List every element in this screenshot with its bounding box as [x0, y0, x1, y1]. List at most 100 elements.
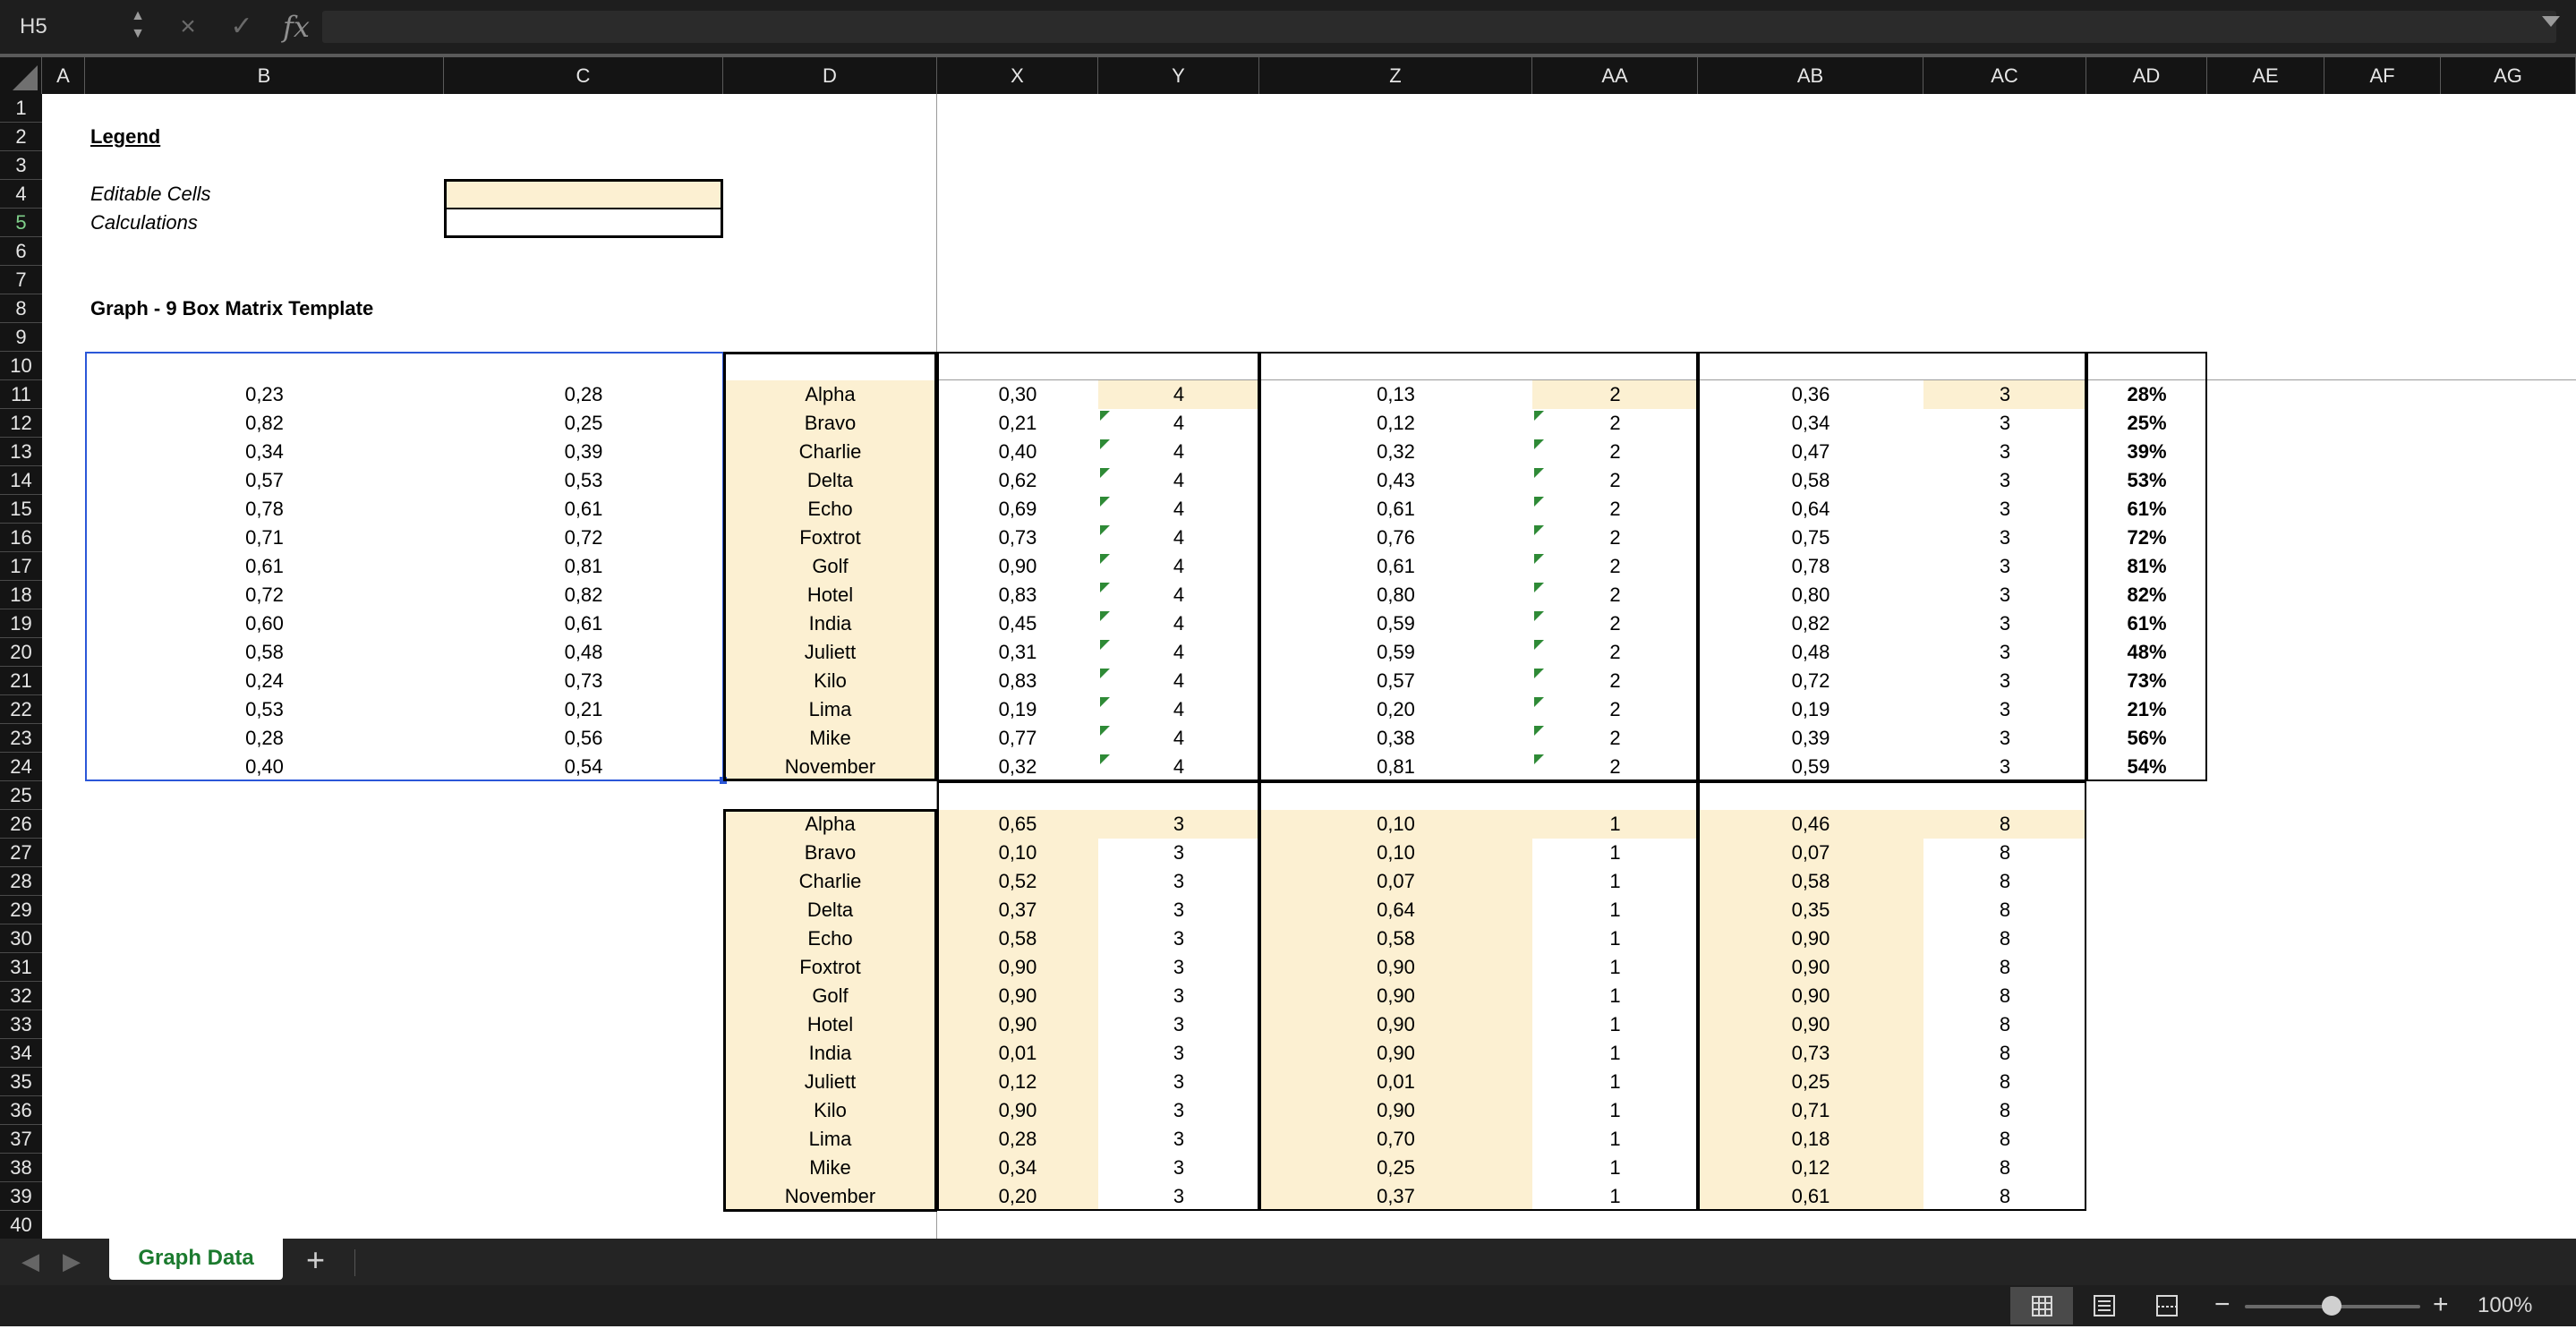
table2-cell-z-30[interactable]: 0,58: [1259, 924, 1532, 953]
column-header-ac[interactable]: AC: [1923, 57, 2086, 94]
table2-cell-d-26[interactable]: Alpha: [723, 810, 937, 839]
formula-input[interactable]: [322, 11, 2556, 43]
table1-cell-ab-21[interactable]: 0,72: [1698, 667, 1923, 695]
table1-cell-x-17[interactable]: 0,90: [937, 552, 1098, 581]
zoom-out-button[interactable]: −: [2214, 1289, 2231, 1321]
table1-cell-d-15[interactable]: Echo: [723, 495, 937, 524]
row-header-7[interactable]: 7: [0, 266, 42, 294]
table2-cell-aa-35[interactable]: 1: [1532, 1068, 1698, 1096]
table1-cell-d-24[interactable]: November: [723, 753, 937, 781]
table1-cell-z-21[interactable]: 0,57: [1259, 667, 1532, 695]
table2-cell-aa-39[interactable]: 1: [1532, 1182, 1698, 1211]
table1-cell-x-22[interactable]: 0,19: [937, 695, 1098, 724]
row-header-12[interactable]: 12: [0, 409, 42, 438]
table2-cell-z-27[interactable]: 0,10: [1259, 839, 1532, 867]
table2-cell-ab-34[interactable]: 0,73: [1698, 1039, 1923, 1068]
table1-cell-d-20[interactable]: Juliett: [723, 638, 937, 667]
table1-cell-b-22[interactable]: 0,53: [85, 695, 444, 724]
table2-cell-ac-39[interactable]: 8: [1923, 1182, 2086, 1211]
table1-cell-y-15[interactable]: 4: [1098, 495, 1259, 524]
table2-cell-x-32[interactable]: 0,90: [937, 982, 1098, 1010]
row-header-20[interactable]: 20: [0, 638, 42, 667]
fill-handle[interactable]: [720, 777, 727, 784]
table2-cell-x-29[interactable]: 0,37: [937, 896, 1098, 924]
table1-cell-b-13[interactable]: 0,34: [85, 438, 444, 466]
table2-cell-x-38[interactable]: 0,34: [937, 1154, 1098, 1182]
row-header-18[interactable]: 18: [0, 581, 42, 609]
table2-cell-ab-28[interactable]: 0,58: [1698, 867, 1923, 896]
table2-cell-y-30[interactable]: 3: [1098, 924, 1259, 953]
row-header-24[interactable]: 24: [0, 753, 42, 781]
add-sheet-button[interactable]: +: [306, 1242, 325, 1278]
table1-cell-aa-12[interactable]: 2: [1532, 409, 1698, 438]
column-header-c[interactable]: C: [444, 57, 723, 94]
table1-cell-x-12[interactable]: 0,21: [937, 409, 1098, 438]
column-header-z[interactable]: Z: [1259, 57, 1532, 94]
table2-cell-y-29[interactable]: 3: [1098, 896, 1259, 924]
table1-cell-ac-18[interactable]: 3: [1923, 581, 2086, 609]
legend-calculations-swatch[interactable]: [444, 209, 723, 238]
table1-cell-b-23[interactable]: 0,28: [85, 724, 444, 753]
table1-cell-ad-12[interactable]: 25%: [2086, 409, 2207, 438]
table2-cell-d-38[interactable]: Mike: [723, 1154, 937, 1182]
table1-cell-z-23[interactable]: 0,38: [1259, 724, 1532, 753]
table2-cell-d-37[interactable]: Lima: [723, 1125, 937, 1154]
table1-cell-d-23[interactable]: Mike: [723, 724, 937, 753]
table2-cell-aa-30[interactable]: 1: [1532, 924, 1698, 953]
table1-cell-z-11[interactable]: 0,13: [1259, 380, 1532, 409]
row-header-32[interactable]: 32: [0, 982, 42, 1010]
table1-cell-ac-13[interactable]: 3: [1923, 438, 2086, 466]
table2-cell-z-29[interactable]: 0,64: [1259, 896, 1532, 924]
table1-cell-z-22[interactable]: 0,20: [1259, 695, 1532, 724]
table2-cell-x-27[interactable]: 0,10: [937, 839, 1098, 867]
table1-cell-d-13[interactable]: Charlie: [723, 438, 937, 466]
table1-cell-x-11[interactable]: 0,30: [937, 380, 1098, 409]
table1-cell-x-23[interactable]: 0,77: [937, 724, 1098, 753]
table1-cell-ad-15[interactable]: 61%: [2086, 495, 2207, 524]
table1-cell-b-12[interactable]: 0,82: [85, 409, 444, 438]
table1-cell-b-24[interactable]: 0,40: [85, 753, 444, 781]
table2-cell-aa-31[interactable]: 1: [1532, 953, 1698, 982]
table1-cell-y-11[interactable]: 4: [1098, 380, 1259, 409]
table1-cell-ac-15[interactable]: 3: [1923, 495, 2086, 524]
table2-cell-d-28[interactable]: Charlie: [723, 867, 937, 896]
table2-cell-d-34[interactable]: India: [723, 1039, 937, 1068]
column-header-ab[interactable]: AB: [1698, 57, 1923, 94]
row-header-16[interactable]: 16: [0, 524, 42, 552]
table1-cell-ac-12[interactable]: 3: [1923, 409, 2086, 438]
table1-cell-aa-13[interactable]: 2: [1532, 438, 1698, 466]
row-header-31[interactable]: 31: [0, 953, 42, 982]
table1-cell-c-19[interactable]: 0,61: [444, 609, 723, 638]
table1-cell-c-16[interactable]: 0,72: [444, 524, 723, 552]
table1-cell-z-13[interactable]: 0,32: [1259, 438, 1532, 466]
table1-cell-y-18[interactable]: 4: [1098, 581, 1259, 609]
table1-cell-z-16[interactable]: 0,76: [1259, 524, 1532, 552]
row-header-1[interactable]: 1: [0, 94, 42, 123]
table2-cell-ab-29[interactable]: 0,35: [1698, 896, 1923, 924]
table1-cell-y-19[interactable]: 4: [1098, 609, 1259, 638]
table1-cell-x-13[interactable]: 0,40: [937, 438, 1098, 466]
row-header-35[interactable]: 35: [0, 1068, 42, 1096]
table2-cell-y-31[interactable]: 3: [1098, 953, 1259, 982]
zoom-in-button[interactable]: +: [2433, 1289, 2449, 1321]
table2-cell-x-39[interactable]: 0,20: [937, 1182, 1098, 1211]
table2-cell-y-39[interactable]: 3: [1098, 1182, 1259, 1211]
row-header-15[interactable]: 15: [0, 495, 42, 524]
table2-cell-ac-33[interactable]: 8: [1923, 1010, 2086, 1039]
table2-cell-y-28[interactable]: 3: [1098, 867, 1259, 896]
table1-cell-aa-24[interactable]: 2: [1532, 753, 1698, 781]
table2-cell-d-33[interactable]: Hotel: [723, 1010, 937, 1039]
table1-cell-ab-11[interactable]: 0,36: [1698, 380, 1923, 409]
table1-cell-y-14[interactable]: 4: [1098, 466, 1259, 495]
table1-cell-c-14[interactable]: 0,53: [444, 466, 723, 495]
table1-cell-ad-14[interactable]: 53%: [2086, 466, 2207, 495]
table1-cell-c-15[interactable]: 0,61: [444, 495, 723, 524]
table2-cell-y-34[interactable]: 3: [1098, 1039, 1259, 1068]
table1-cell-y-13[interactable]: 4: [1098, 438, 1259, 466]
table2-cell-ac-27[interactable]: 8: [1923, 839, 2086, 867]
table2-cell-aa-38[interactable]: 1: [1532, 1154, 1698, 1182]
table1-cell-y-21[interactable]: 4: [1098, 667, 1259, 695]
row-header-28[interactable]: 28: [0, 867, 42, 896]
row-header-19[interactable]: 19: [0, 609, 42, 638]
table2-cell-y-35[interactable]: 3: [1098, 1068, 1259, 1096]
